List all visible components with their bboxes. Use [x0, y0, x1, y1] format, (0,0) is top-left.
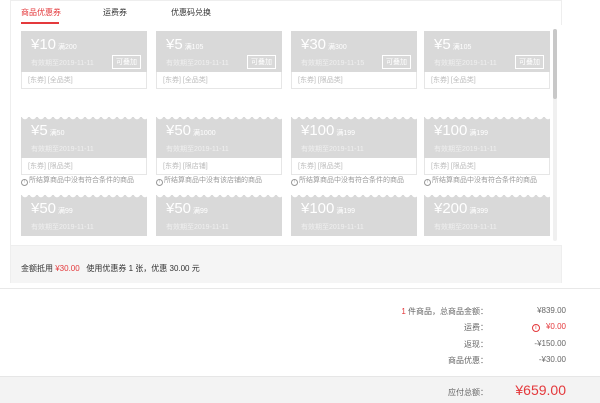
coupon-tags: [东券] [全品类]	[21, 72, 147, 89]
payable-amount: ¥659.00	[515, 382, 566, 398]
coupon-amount: ¥50	[166, 122, 192, 139]
coupon-card: ¥50 满99 有效期至2019-11-11	[156, 195, 282, 236]
coupon-amount: ¥50	[166, 200, 192, 217]
coupon-validity: 有效期至2019-11-11	[301, 146, 364, 153]
coupon-panel: 商品优惠券 运费券 优惠码兑换 ¥10 满200 有效期至2019-11-11 可…	[10, 0, 563, 283]
checkout-page: 商品优惠券 运费券 优惠码兑换 ¥10 满200 有效期至2019-11-11 可…	[0, 0, 600, 403]
coupon-amount: ¥5	[166, 36, 183, 53]
coupon-validity: 有效期至2019-11-11	[166, 60, 229, 67]
tab-shipping-coupons[interactable]: 运费券	[103, 7, 127, 18]
coupon-condition: 满105	[452, 44, 472, 51]
coupon-validity: 有效期至2019-11-11	[434, 224, 497, 231]
coupon-validity: 有效期至2019-11-11	[31, 146, 94, 153]
coupon-validity: 有效期至2019-11-11	[31, 224, 94, 231]
section-divider	[0, 288, 600, 289]
coupon-condition: 满50	[49, 130, 65, 137]
tab-product-coupons[interactable]: 商品优惠券	[21, 7, 61, 18]
coupon-card[interactable]: ¥30 满300 有效期至2019-11-15 可叠加 [东券] [限品类]	[291, 31, 417, 89]
coupon-card: ¥100 满199 有效期至2019-11-11	[291, 195, 417, 236]
coupon-card: ¥50 满1000 有效期至2019-11-11 [东券] [限店铺]	[156, 117, 282, 175]
info-icon: !	[291, 179, 298, 186]
info-icon[interactable]: i	[531, 324, 540, 332]
coupon-amount: ¥50	[31, 200, 57, 217]
coupon-unusable-note: ! 所结算商品中没有符合条件的商品	[424, 175, 537, 186]
coupon-card[interactable]: ¥5 满105 有效期至2019-11-11 可叠加 [东券] [全品类]	[156, 31, 282, 89]
coupon-condition: 满300	[328, 44, 347, 51]
summary-amount: ¥30.00	[55, 264, 80, 273]
coupon-validity: 有效期至2019-11-11	[166, 146, 229, 153]
coupon-tags: [东券] [限品类]	[424, 158, 550, 175]
stackable-badge: 可叠加	[247, 55, 276, 69]
coupon-card: ¥50 满99 有效期至2019-11-11	[21, 195, 147, 236]
coupon-condition: 满199	[336, 208, 356, 215]
coupon-validity: 有效期至2019-11-11	[434, 146, 497, 153]
coupon-tabs: 商品优惠券 运费券 优惠码兑换	[11, 1, 561, 25]
goods-count: 1	[401, 307, 406, 316]
coupon-validity: 有效期至2019-11-11	[301, 224, 364, 231]
coupon-condition: 满399	[469, 208, 489, 215]
coupon-tags: [东券] [限品类]	[291, 72, 417, 89]
payable-bar: 应付总额： ¥659.00	[0, 376, 600, 403]
coupon-condition: 满1000	[193, 130, 216, 137]
discount-value: -¥30.00	[538, 355, 566, 364]
coupon-amount: ¥100	[434, 122, 468, 139]
coupon-validity: 有效期至2019-11-11	[166, 224, 229, 231]
tab-code-redeem[interactable]: 优惠码兑换	[171, 7, 211, 18]
coupon-tags: [东券] [限品类]	[291, 158, 417, 175]
coupon-amount: ¥30	[301, 36, 327, 53]
shipping-label: 运费：	[464, 323, 488, 332]
coupon-summary: 金额抵用 ¥30.00 使用优惠券 1 张，优惠 30.00 元	[11, 245, 561, 283]
info-icon: !	[21, 179, 28, 186]
coupon-tags: [东券] [限店铺]	[156, 158, 282, 175]
payable-label: 应付总额：	[448, 388, 488, 397]
coupon-amount: ¥5	[31, 122, 48, 139]
discount-label: 商品优惠：	[448, 356, 488, 365]
coupon-amount: ¥10	[31, 36, 57, 53]
shipping-value: i ¥0.00	[531, 322, 566, 332]
coupon-unusable-note: ! 所结算商品中没有符合条件的商品	[21, 175, 134, 186]
coupon-tags: [东券] [全品类]	[424, 72, 550, 89]
coupon-card[interactable]: ¥10 满200 有效期至2019-11-11 可叠加 [东券] [全品类]	[21, 31, 147, 89]
coupon-card[interactable]: ¥5 满105 有效期至2019-11-11 可叠加 [东券] [全品类]	[424, 31, 550, 89]
coupon-amount: ¥100	[301, 122, 335, 139]
info-icon: !	[156, 179, 163, 186]
coupon-condition: 满99	[193, 208, 208, 215]
goods-count-label: 1 件商品，总商品金额：	[401, 307, 488, 316]
coupon-tags: [东券] [限品类]	[21, 158, 147, 175]
stackable-badge: 可叠加	[382, 55, 411, 69]
cashback-value: -¥150.00	[534, 339, 566, 348]
coupon-unusable-note: ! 所结算商品中没有该店铺的商品	[156, 175, 262, 186]
coupon-tags: [东券] [全品类]	[156, 72, 282, 89]
scrollbar-thumb[interactable]	[553, 29, 557, 99]
coupon-unusable-note: ! 所结算商品中没有符合条件的商品	[291, 175, 404, 186]
coupon-condition: 满199	[469, 130, 489, 137]
coupon-validity: 有效期至2019-11-15	[301, 60, 365, 67]
coupon-list: ¥10 满200 有效期至2019-11-11 可叠加 [东券] [全品类] ¥5…	[11, 25, 563, 245]
coupon-amount: ¥100	[301, 200, 335, 217]
coupon-card: ¥100 满199 有效期至2019-11-11 [东券] [限品类]	[291, 117, 417, 175]
summary-detail: 使用优惠券 1 张，优惠 30.00 元	[86, 264, 200, 273]
active-tab-indicator	[21, 22, 59, 24]
info-icon: !	[424, 179, 431, 186]
stackable-badge: 可叠加	[112, 55, 141, 69]
coupon-condition: 满105	[184, 44, 204, 51]
coupon-condition: 满99	[58, 208, 73, 215]
coupon-condition: 满199	[336, 130, 356, 137]
stackable-badge: 可叠加	[515, 55, 544, 69]
coupon-card: ¥100 满199 有效期至2019-11-11 [东券] [限品类]	[424, 117, 550, 175]
coupon-amount: ¥5	[434, 36, 451, 53]
goods-amount: ¥839.00	[537, 306, 566, 315]
coupon-card: ¥200 满399 有效期至2019-11-11	[424, 195, 550, 236]
coupon-amount: ¥200	[434, 200, 468, 217]
summary-prefix: 金额抵用	[21, 264, 53, 273]
cashback-label: 返现：	[464, 340, 488, 349]
coupon-validity: 有效期至2019-11-11	[434, 60, 497, 67]
coupon-validity: 有效期至2019-11-11	[31, 60, 94, 67]
coupon-condition: 满200	[58, 44, 77, 51]
coupon-card: ¥5 满50 有效期至2019-11-11 [东券] [限品类]	[21, 117, 147, 175]
